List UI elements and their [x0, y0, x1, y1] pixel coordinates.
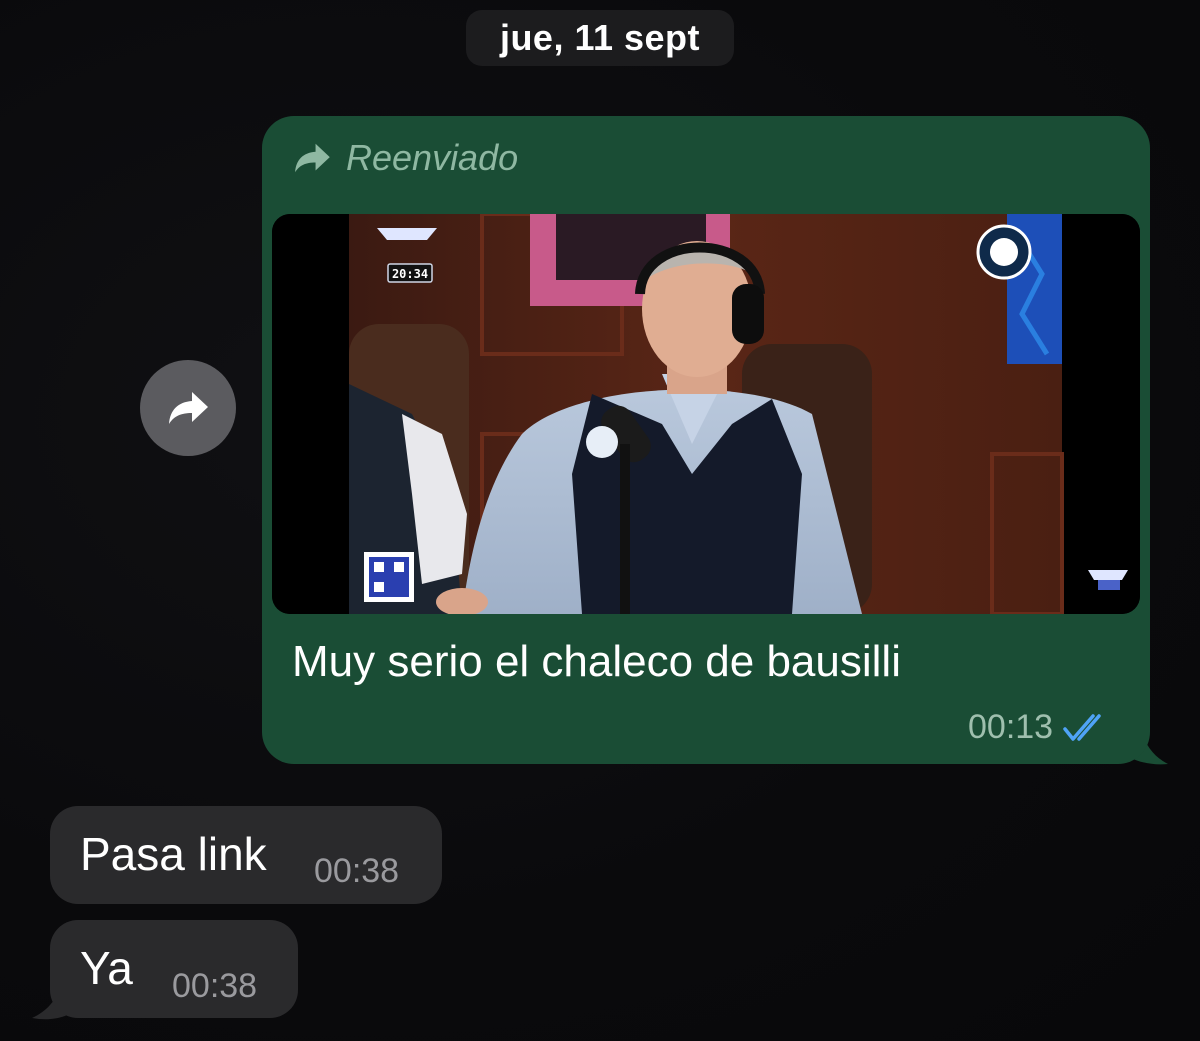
- video-clock-text: 20:34: [392, 267, 428, 281]
- forwarded-arrow-icon: [295, 143, 330, 173]
- video-frame: 20:34: [272, 214, 1140, 614]
- date-separator: jue, 11 sept: [466, 10, 734, 66]
- forward-arrow-icon: [169, 392, 208, 424]
- incoming-message-time: 00:38: [314, 852, 400, 890]
- video-thumbnail[interactable]: 20:34: [272, 214, 1140, 614]
- double-check-icon: [1063, 713, 1101, 741]
- forwarded-label: Reenviado: [346, 137, 519, 178]
- outgoing-message-meta: 00:13: [968, 708, 1111, 747]
- message-caption: Muy serio el chaleco de bausilli: [292, 637, 901, 686]
- forwarded-indicator: Reenviado: [292, 136, 518, 180]
- incoming-message-time: 00:38: [172, 967, 258, 1005]
- chat-view: jue, 11 sept Reenviado 20:34 Muy serio e…: [0, 0, 1200, 1041]
- incoming-message-text: Pasa link: [80, 828, 267, 880]
- outgoing-message-time: 00:13: [968, 708, 1054, 746]
- forward-button[interactable]: [140, 360, 236, 456]
- incoming-message-text: Ya: [80, 942, 133, 994]
- date-separator-text: jue, 11 sept: [499, 17, 701, 58]
